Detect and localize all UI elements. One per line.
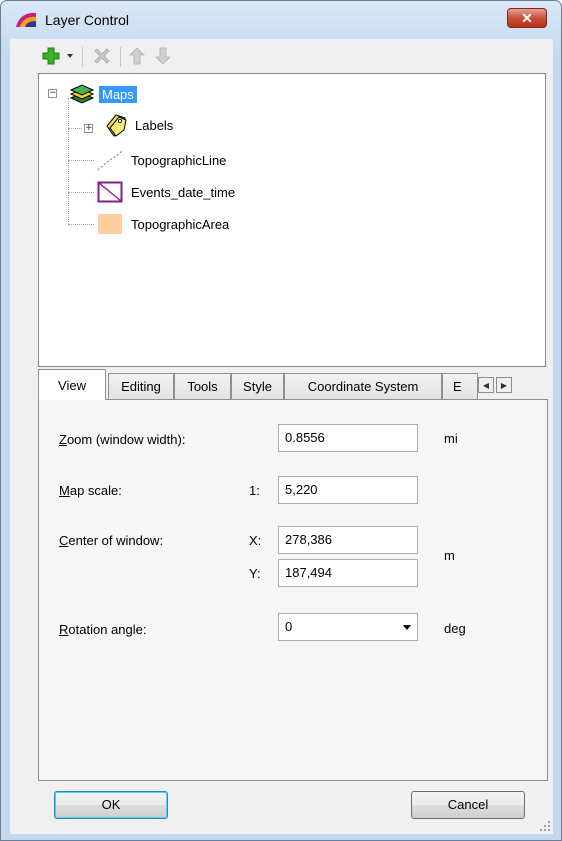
tab-strip: View Editing Tools Style Coordinate Syst… — [38, 369, 548, 400]
window-title: Layer Control — [45, 12, 130, 28]
map-scale-prefix: 1: — [249, 483, 260, 498]
zoom-input[interactable]: 0.8556 — [278, 424, 418, 452]
tree-item-maps[interactable]: Maps — [69, 82, 137, 106]
map-scale-input[interactable]: 5,220 — [278, 476, 418, 504]
center-y-input[interactable]: 187,494 — [278, 559, 418, 587]
tree-connector — [68, 160, 94, 161]
tree-connector — [68, 224, 94, 225]
chevron-down-icon — [403, 625, 411, 630]
chevron-down-icon — [67, 54, 73, 58]
tree-item-label: Labels — [135, 117, 174, 133]
label-tags-icon — [106, 114, 127, 137]
cancel-button[interactable]: Cancel — [411, 791, 525, 819]
tree-item-events-date-time[interactable]: Events_date_time — [97, 180, 235, 204]
rotation-unit: deg — [444, 621, 466, 636]
tab-scroll-left-button[interactable]: ◀ — [478, 377, 494, 393]
center-y-prefix: Y: — [249, 566, 261, 581]
tree-item-label: TopographicLine — [131, 152, 227, 168]
tree-connector — [68, 128, 82, 129]
tab-view[interactable]: View — [38, 369, 106, 400]
close-button[interactable]: ✕ — [507, 8, 547, 28]
layer-tree[interactable]: − Maps + Labels TopographicLine Events_d… — [38, 73, 546, 367]
add-layer-dropdown[interactable] — [64, 44, 76, 68]
rotation-angle-select[interactable]: 0 — [278, 613, 418, 641]
move-up-button[interactable] — [126, 44, 148, 68]
tree-connector — [68, 192, 94, 193]
zoom-label: Zoom (window width): — [59, 432, 186, 447]
delete-x-icon — [94, 48, 110, 64]
tree-item-topographic-line[interactable]: TopographicLine — [95, 148, 226, 172]
ok-button[interactable]: OK — [54, 791, 168, 819]
tab-style[interactable]: Style — [231, 373, 284, 399]
tree-collapse-toggle[interactable]: − — [48, 89, 57, 98]
view-panel: Zoom (window width): 0.8556 mi Map scale… — [38, 399, 548, 781]
map-layers-icon — [69, 84, 95, 104]
center-unit: m — [444, 548, 455, 563]
tab-tools[interactable]: Tools — [174, 373, 231, 399]
app-logo-icon — [16, 12, 36, 27]
plus-icon — [42, 47, 60, 65]
title-bar[interactable]: Layer Control ✕ — [1, 1, 561, 39]
tree-item-label: Maps — [99, 85, 137, 103]
area-fill-icon — [98, 214, 122, 234]
tree-connector — [68, 98, 69, 224]
arrow-down-icon — [155, 47, 171, 65]
rotation-angle-label: Rotation angle: — [59, 622, 147, 637]
tree-item-topographic-area[interactable]: TopographicArea — [97, 212, 229, 236]
line-layer-icon — [97, 149, 124, 171]
center-x-prefix: X: — [249, 533, 262, 548]
tree-expand-toggle[interactable]: + — [84, 124, 93, 133]
tree-item-label: TopographicArea — [131, 216, 230, 232]
remove-layer-button[interactable] — [90, 44, 114, 68]
map-scale-label: Map scale: — [59, 483, 122, 498]
arrow-up-icon — [129, 47, 145, 65]
tab-truncated[interactable]: E — [442, 373, 478, 399]
zoom-unit: mi — [444, 431, 458, 446]
toolbar-separator — [82, 47, 83, 67]
tree-item-label: Events_date_time — [131, 184, 236, 200]
resize-grip-icon[interactable] — [539, 820, 551, 832]
toolbar-separator — [120, 47, 121, 67]
hatched-polygon-icon — [97, 181, 123, 203]
move-down-button[interactable] — [152, 44, 174, 68]
add-layer-button[interactable] — [40, 44, 62, 68]
tree-item-labels[interactable]: Labels — [103, 113, 173, 137]
layer-control-window: Layer Control ✕ − Maps + Labels Topograp… — [0, 0, 562, 841]
center-of-window-label: Center of window: — [59, 533, 164, 548]
tab-coordinate-system[interactable]: Coordinate System — [284, 373, 442, 399]
toolbar — [10, 39, 553, 73]
center-x-input[interactable]: 278,386 — [278, 526, 418, 554]
dialog-client: − Maps + Labels TopographicLine Events_d… — [10, 39, 553, 834]
rotation-angle-value: 0 — [285, 619, 293, 634]
tab-editing[interactable]: Editing — [108, 373, 174, 399]
tab-scroll-right-button[interactable]: ▶ — [496, 377, 512, 393]
